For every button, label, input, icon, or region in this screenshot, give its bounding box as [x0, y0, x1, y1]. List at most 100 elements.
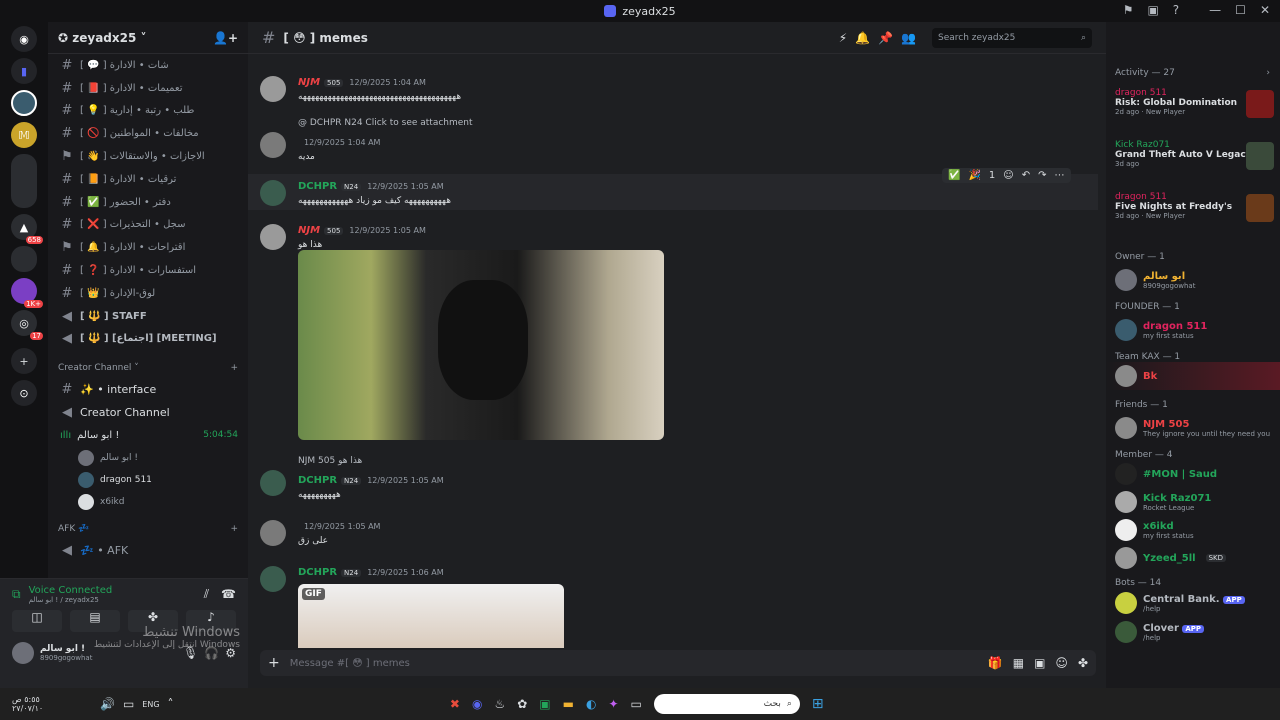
- avatar[interactable]: [260, 520, 286, 546]
- member-item[interactable]: ابو سالم 8909gogowhat: [1106, 262, 1280, 298]
- tray-chevron-icon[interactable]: ˄: [168, 697, 174, 711]
- disconnect-icon[interactable]: ☎: [221, 587, 236, 602]
- category-afk[interactable]: AFK 💤 +: [48, 519, 248, 539]
- add-reaction-icon[interactable]: ☺: [1003, 170, 1013, 181]
- start-icon[interactable]: ⊞: [812, 696, 824, 712]
- message-input[interactable]: Message #[ 😳 ] memes: [290, 658, 978, 669]
- minimize-button[interactable]: —: [1209, 3, 1221, 17]
- voice-user[interactable]: dragon 511: [48, 469, 248, 491]
- apps-icon[interactable]: ✤: [1078, 656, 1088, 670]
- member-item[interactable]: Bk: [1106, 362, 1280, 390]
- channel-item[interactable]: ⚑ [ 👋 ] الاجازات • والاستقالات: [48, 145, 248, 168]
- avatar[interactable]: [260, 224, 286, 250]
- server-folder-icon[interactable]: [11, 154, 37, 208]
- reply-preview[interactable]: NJM 505 هذا هو: [298, 456, 362, 466]
- bell-icon[interactable]: 🔔: [855, 31, 870, 45]
- app-icon[interactable]: ✿: [517, 697, 527, 711]
- avatar[interactable]: [260, 566, 286, 592]
- voice-channel-item[interactable]: ıllı ابو سالم ! 5:04:54: [48, 424, 248, 447]
- reply-icon[interactable]: ↶: [1022, 170, 1030, 181]
- member-item[interactable]: #MON | Saud: [1106, 460, 1280, 488]
- channel-item[interactable]: ◀ [ 🔱 ] [اجتماع] [MEETING]: [48, 328, 248, 351]
- taskbar-search[interactable]: بحث ⌕: [653, 694, 800, 714]
- volume-icon[interactable]: 🔊: [100, 697, 115, 711]
- channel-item[interactable]: # [ ✅ ] دفتر • الحضور: [48, 191, 248, 214]
- gif-icon[interactable]: ▦: [1013, 656, 1024, 670]
- check-reaction-icon[interactable]: ✅: [948, 170, 960, 181]
- server-icon[interactable]: ◎ 17: [11, 310, 43, 340]
- screen-icon[interactable]: ▣: [1147, 3, 1158, 17]
- channel-item[interactable]: # ✨ • interface: [48, 378, 248, 401]
- maximize-button[interactable]: ☐: [1235, 3, 1246, 17]
- channel-item[interactable]: ⚑ [ 🔔 ] اقتراحات • الادارة: [48, 236, 248, 259]
- channel-item[interactable]: # [ 📕 ] تعميمات • الادارة: [48, 77, 248, 100]
- avatar[interactable]: [260, 180, 286, 206]
- server-header[interactable]: ✪ zeyadx25 ˅ 👤+: [48, 22, 248, 54]
- activity-card[interactable]: dragon 511 Risk: Global Domination 2d ag…: [1106, 84, 1280, 136]
- party-reaction-icon[interactable]: 🎉: [968, 170, 980, 181]
- sticker-icon[interactable]: ▣: [1034, 656, 1045, 670]
- member-item[interactable]: NJM 505 They ignore you until they need y…: [1106, 410, 1280, 446]
- forward-icon[interactable]: ↷: [1038, 170, 1046, 181]
- category-creator[interactable]: Creator Channel ˅ +: [48, 358, 248, 378]
- noise-suppression-icon[interactable]: ⫽: [204, 587, 209, 602]
- copilot-icon[interactable]: ✦: [608, 697, 618, 711]
- language-indicator[interactable]: ENG: [142, 700, 159, 709]
- message-author[interactable]: NJM: [298, 225, 320, 236]
- image-attachment[interactable]: [298, 250, 664, 440]
- activity-card[interactable]: Kick Raz071 Grand Theft Auto V Legacy 3d…: [1106, 136, 1280, 188]
- server-icon[interactable]: 1K+: [11, 278, 43, 308]
- message-author[interactable]: DCHPR: [298, 475, 337, 486]
- avatar[interactable]: [260, 470, 286, 496]
- member-item[interactable]: Kick Raz071 Rocket League: [1106, 488, 1280, 516]
- activity-card[interactable]: dragon 511 Five Nights at Freddy's 3d ag…: [1106, 188, 1280, 240]
- channel-item[interactable]: # [ 🚫 ] مخالفات • المواطنين: [48, 122, 248, 145]
- member-item[interactable]: dragon 511 my first status: [1106, 312, 1280, 348]
- member-item[interactable]: Central Bank. APP/help: [1106, 588, 1280, 618]
- add-attachment-icon[interactable]: +: [268, 655, 280, 671]
- channel-item[interactable]: # [ 📙 ] ترقيات • الادارة: [48, 168, 248, 191]
- more-icon[interactable]: ⋯: [1055, 170, 1065, 181]
- channel-item[interactable]: # [ 💡 ] طلب • رتبة • إدارية: [48, 100, 248, 123]
- channel-item[interactable]: # [ ❌ ] سجل • التحذيرات: [48, 214, 248, 237]
- close-button[interactable]: ✕: [1260, 3, 1270, 17]
- gif-attachment[interactable]: GIF: [298, 584, 564, 648]
- message-author[interactable]: DCHPR: [298, 181, 337, 192]
- discord-home-icon[interactable]: ◉: [11, 26, 37, 52]
- discover-icon[interactable]: ⊙: [11, 380, 37, 406]
- avatar[interactable]: [260, 132, 286, 158]
- channel-item[interactable]: # [ 👑 ] لوق-الإدارة: [48, 282, 248, 305]
- message-author[interactable]: NJM: [298, 77, 320, 88]
- server-folder-icon[interactable]: [11, 246, 37, 272]
- pin-icon[interactable]: 📌: [878, 31, 893, 45]
- activity-header[interactable]: Activity — 27 ›: [1106, 22, 1280, 84]
- server-icon[interactable]: [11, 90, 37, 116]
- voice-user[interactable]: ابو سالم !: [48, 447, 248, 469]
- avatar[interactable]: [260, 76, 286, 102]
- emoji-icon[interactable]: ☺: [1055, 656, 1068, 670]
- server-icon[interactable]: ▲ 658: [11, 214, 43, 244]
- channel-item[interactable]: # [ 💬 ] شات • الادارة: [48, 54, 248, 77]
- invite-icon[interactable]: 👤+: [213, 31, 238, 45]
- search-box[interactable]: Search zeyadx25 ⌕: [932, 27, 1092, 48]
- app-icon[interactable]: ▣: [539, 697, 550, 711]
- gift-icon[interactable]: 🎁: [988, 656, 1003, 670]
- file-explorer-icon[interactable]: ▬: [563, 697, 574, 711]
- channel-item[interactable]: ◀ [ 🔱 ] STAFF: [48, 305, 248, 328]
- direct-messages-icon[interactable]: ▮: [11, 58, 37, 84]
- member-item[interactable]: Yzeed_5ll SKD: [1106, 544, 1280, 572]
- edge-icon[interactable]: ◐: [586, 697, 596, 711]
- members-icon[interactable]: 👥: [901, 31, 916, 45]
- add-server-icon[interactable]: +: [11, 348, 37, 374]
- one-reaction-icon[interactable]: 1: [989, 170, 995, 181]
- steam-icon[interactable]: ♨: [494, 697, 505, 711]
- threads-icon[interactable]: ⚡: [839, 31, 847, 45]
- reply-preview[interactable]: @ DCHPR N24 Click to see attachment: [298, 118, 473, 128]
- voice-channel-item[interactable]: ◀ Creator Channel: [48, 401, 248, 424]
- channel-item[interactable]: # [ ❓ ] استفسارات • الادارة: [48, 259, 248, 282]
- message-author[interactable]: DCHPR: [298, 567, 337, 578]
- task-view-icon[interactable]: ▭: [631, 697, 642, 711]
- server-icon[interactable]: 𝕄: [11, 122, 37, 148]
- add-channel-icon[interactable]: +: [230, 524, 238, 534]
- add-channel-icon[interactable]: +: [230, 363, 238, 373]
